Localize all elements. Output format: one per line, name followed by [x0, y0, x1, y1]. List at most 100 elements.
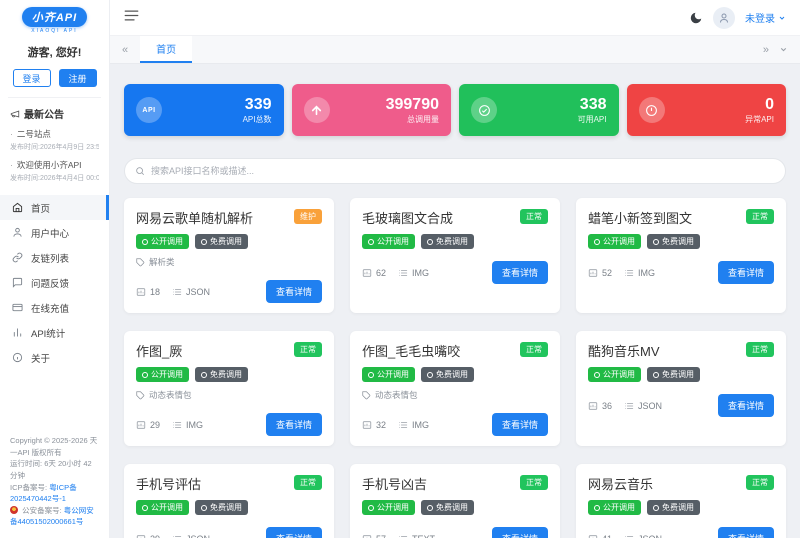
- format-label: JSON: [624, 534, 662, 538]
- tab-label: 首页: [156, 45, 177, 56]
- sidebar-item-label: 首页: [31, 203, 51, 215]
- sidebar-item-feedback[interactable]: 问题反馈: [0, 270, 109, 295]
- tag-icon: [142, 371, 148, 378]
- sidebar-menu: 首页 用户中心 友链列表 问题反馈 在线充值 API统计 关于: [0, 195, 109, 370]
- sidebar-item-about[interactable]: 关于: [0, 345, 109, 370]
- link-icon: [12, 252, 23, 263]
- caret-down-icon: [779, 16, 785, 20]
- home-icon: [12, 202, 23, 213]
- format-label: IMG: [398, 420, 429, 430]
- format-label: IMG: [172, 420, 203, 430]
- tag-public-call: 公开调用: [136, 367, 189, 382]
- sidebar-item-label: 在线充值: [31, 303, 70, 315]
- tag-icon: [653, 504, 659, 511]
- api-card[interactable]: 手机号凶吉 正常 公开调用 免费调用 57 TEXT 查看详情: [350, 464, 560, 538]
- call-count: 57: [362, 534, 386, 538]
- sidebar-item-label: 友链列表: [31, 253, 70, 265]
- call-count: 41: [588, 534, 612, 538]
- api-card[interactable]: 网易云歌单随机解析 维护 公开调用 免费调用 解析类 18 JSON 查看详情: [124, 198, 334, 313]
- api-card[interactable]: 酷狗音乐MV 正常 公开调用 免费调用 36 JSON 查看详情: [576, 331, 786, 446]
- avatar[interactable]: [713, 6, 735, 29]
- count-icon: [362, 534, 372, 538]
- announcement-item[interactable]: 欢迎使用小齐API 发布时间:2026年4月4日 00:00:00: [10, 159, 99, 183]
- view-details-button[interactable]: 查看详情: [717, 394, 774, 417]
- tag-icon: [368, 504, 374, 511]
- view-details-button[interactable]: 查看详情: [265, 527, 322, 538]
- logo[interactable]: 小齐API XIAOQI API: [0, 0, 109, 36]
- format-label: IMG: [398, 268, 429, 278]
- view-details-button[interactable]: 查看详情: [491, 527, 548, 538]
- tag-icon: [594, 371, 600, 378]
- check-circle-icon: [471, 97, 497, 123]
- status-badge: 正常: [294, 342, 322, 357]
- police-badge-icon: [10, 505, 18, 514]
- view-details-button[interactable]: 查看详情: [717, 527, 774, 538]
- format-label: JSON: [172, 287, 210, 297]
- search-icon: [136, 167, 145, 176]
- view-details-button[interactable]: 查看详情: [265, 280, 322, 303]
- login-button[interactable]: 登录: [12, 69, 51, 87]
- topbar: 未登录: [110, 0, 800, 36]
- logo-text: 小齐API: [21, 7, 88, 27]
- tag-icon: [594, 504, 600, 511]
- view-details-button[interactable]: 查看详情: [717, 261, 774, 284]
- api-card[interactable]: 作图_毛毛虫嘴咬 正常 公开调用 免费调用 动态表情包 32 IMG 查看详情: [350, 331, 560, 446]
- uptime-label: 运行时间:: [10, 459, 43, 469]
- tabs-scroll-right-icon[interactable]: »: [763, 44, 769, 56]
- view-details-button[interactable]: 查看详情: [491, 413, 548, 436]
- api-card[interactable]: 蜡笔小新签到图文 正常 公开调用 免费调用 52 IMG 查看详情: [576, 198, 786, 313]
- sidebar-item-api-stats[interactable]: API统计: [0, 320, 109, 345]
- tab-home[interactable]: 首页: [140, 36, 193, 63]
- api-card-title: 作图_毛毛虫嘴咬: [362, 344, 461, 359]
- tag-public-call: 公开调用: [362, 234, 415, 249]
- sidebar-item-recharge[interactable]: 在线充值: [0, 295, 109, 320]
- sidebar-toggle-button[interactable]: [124, 9, 139, 27]
- stat-label: API总数: [242, 115, 272, 124]
- theme-toggle-button[interactable]: [689, 11, 703, 25]
- api-card[interactable]: 毛玻璃图文合成 正常 公开调用 免费调用 62 IMG 查看详情: [350, 198, 560, 313]
- megaphone-icon: [10, 110, 20, 117]
- tag-free-call: 免费调用: [647, 500, 700, 515]
- tag-free-call: 免费调用: [195, 367, 248, 382]
- tag-free-call: 免费调用: [421, 367, 474, 382]
- tag-public-call: 公开调用: [136, 500, 189, 515]
- bar-chart-icon: [13, 328, 22, 337]
- view-details-button[interactable]: 查看详情: [265, 413, 322, 436]
- format-label: JSON: [624, 401, 662, 411]
- tag-icon: [427, 371, 433, 378]
- api-card[interactable]: 作图_厥 正常 公开调用 免费调用 动态表情包 29 IMG 查看详情: [124, 331, 334, 446]
- police-line: 公安备案号: 粤公网安备44051502000661号: [10, 505, 99, 528]
- api-card-title: 网易云音乐: [588, 477, 654, 492]
- api-card[interactable]: 手机号评估 正常 公开调用 免费调用 29 JSON 查看详情: [124, 464, 334, 538]
- list-icon: [625, 402, 634, 409]
- status-badge: 正常: [520, 209, 548, 224]
- tag-free-call: 免费调用: [195, 500, 248, 515]
- tag-icon: [201, 238, 207, 245]
- greeting-text: 游客, 您好!: [27, 47, 82, 59]
- count-icon: [136, 534, 146, 538]
- sidebar-item-links[interactable]: 友链列表: [0, 245, 109, 270]
- category-label: 动态表情包: [149, 390, 192, 400]
- tab-options-icon[interactable]: [779, 45, 788, 54]
- view-details-button[interactable]: 查看详情: [491, 261, 548, 284]
- icp-line: ICP备案号: 粤ICP备2025470442号-1: [10, 482, 99, 505]
- sidebar-item-user-center[interactable]: 用户中心: [0, 220, 109, 245]
- search-input[interactable]: [151, 166, 775, 176]
- sidebar-item-label: 关于: [31, 353, 51, 365]
- user-menu[interactable]: 未登录: [745, 10, 786, 25]
- stat-card-available: 338 可用API: [459, 84, 619, 136]
- list-icon: [173, 535, 182, 537]
- announcement-title: 欢迎使用小齐API: [10, 159, 99, 171]
- sidebar-item-label: 问题反馈: [31, 278, 70, 290]
- tag-icon: [136, 390, 145, 399]
- category-row: 解析类: [136, 256, 322, 268]
- tag-public-call: 公开调用: [588, 367, 641, 382]
- tabs-scroll-left-icon[interactable]: «: [110, 44, 140, 56]
- register-button[interactable]: 注册: [58, 69, 97, 87]
- stat-card-abnormal: 0 异常API: [626, 84, 786, 136]
- announcements-panel: 最新公告 二号站点 发布时间:2026年4月9日 23:55:04 欢迎使用小齐…: [0, 98, 109, 187]
- tag-public-call: 公开调用: [362, 367, 415, 382]
- announcement-item[interactable]: 二号站点 发布时间:2026年4月9日 23:55:04: [10, 128, 99, 152]
- api-card[interactable]: 网易云音乐 正常 公开调用 免费调用 41 JSON 查看详情: [576, 464, 786, 538]
- sidebar-item-home[interactable]: 首页: [0, 195, 109, 220]
